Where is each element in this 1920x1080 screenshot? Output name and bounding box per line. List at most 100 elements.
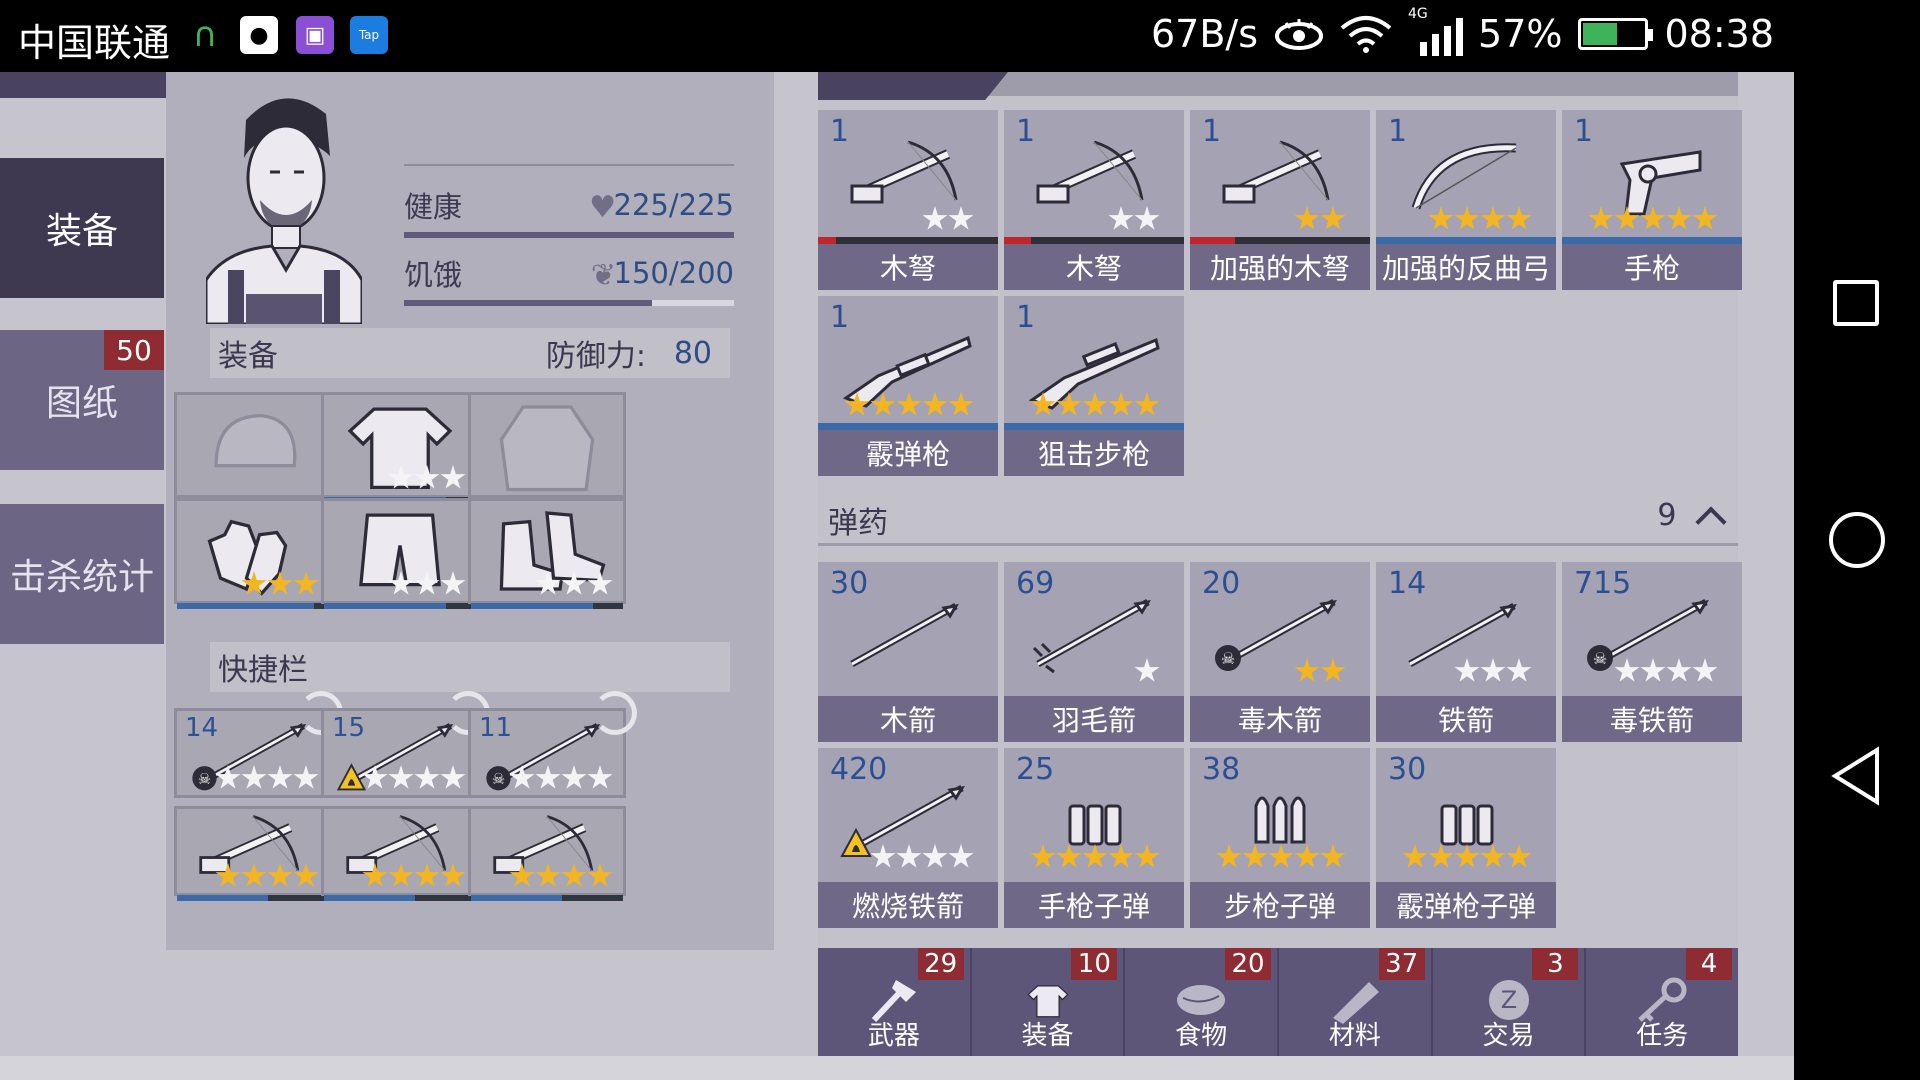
star-icon [215, 765, 241, 789]
hunger-label: 饥饿 [404, 258, 463, 292]
star-icon [948, 844, 974, 868]
ammo-item[interactable]: 420 燃烧铁箭 [818, 748, 998, 928]
item-name: 毒铁箭 [1562, 696, 1742, 742]
star-icon [1320, 206, 1346, 230]
ammo-label: 弹药 [828, 506, 888, 541]
star-icon [896, 844, 922, 868]
circle-icon [1829, 512, 1885, 568]
ammo-item[interactable]: 69 羽毛箭 [1004, 562, 1184, 742]
star-icon [1640, 658, 1666, 682]
weapon-item[interactable]: 1 木弩 [1004, 110, 1184, 290]
divider [404, 164, 734, 166]
chevron-up-icon[interactable] [1695, 506, 1727, 538]
item-name: 木箭 [818, 696, 998, 742]
star-icon [1506, 658, 1532, 682]
quick-slot[interactable] [174, 806, 332, 901]
category-key[interactable]: 4 任务 [1586, 948, 1738, 1056]
star-icon [870, 392, 896, 416]
home-button[interactable] [1825, 508, 1889, 572]
back-button[interactable] [1825, 744, 1889, 808]
star-icon [870, 844, 896, 868]
ammo-header[interactable]: 弹药 9 [818, 490, 1738, 546]
star-icon [1428, 206, 1454, 230]
star-icon [1294, 206, 1320, 230]
equipment-slot[interactable] [174, 498, 332, 609]
ammo-item[interactable]: 25 手枪子弹 [1004, 748, 1184, 928]
quick-slot[interactable]: ☠ 11 [468, 691, 637, 798]
star-icon [535, 863, 561, 887]
star-icon [1108, 392, 1134, 416]
category-coin[interactable]: 3 Z 交易 [1433, 948, 1587, 1056]
svg-text:☠: ☠ [1593, 649, 1607, 668]
equipment-slot[interactable] [321, 498, 479, 609]
star-icon [267, 863, 293, 887]
item-name: 木弩 [818, 244, 998, 290]
tab-kill-stats[interactable]: 击杀统计 [0, 504, 164, 644]
star-icon [1242, 844, 1268, 868]
category-badge: 3 [1532, 948, 1579, 980]
equipment-slot[interactable] [468, 392, 626, 498]
category-label: 任务 [1636, 1021, 1689, 1051]
star-icon [844, 392, 870, 416]
quick-slot[interactable] [321, 806, 479, 901]
tab-equipment[interactable]: 装备 [0, 158, 164, 298]
star-icon [561, 765, 587, 789]
side-tabs: 装备 50 图纸 击杀统计 [0, 72, 190, 1056]
item-name: 铁箭 [1376, 696, 1556, 742]
heart-icon: ♥ [589, 190, 616, 225]
star-icon [241, 863, 267, 887]
back-triangle-icon [1831, 746, 1879, 806]
star-icon [1082, 392, 1108, 416]
star-icon [267, 571, 293, 595]
weapon-item[interactable]: 1 加强的反曲弓 [1376, 110, 1556, 290]
star-icon [1640, 206, 1666, 230]
recents-button[interactable] [1825, 272, 1889, 336]
ammo-item[interactable]: 14 铁箭 [1376, 562, 1556, 742]
weapon-item[interactable]: 1 霰弹枪 [818, 296, 998, 476]
ammo-item[interactable]: 715 ☠ 毒铁箭 [1562, 562, 1742, 742]
weapon-item[interactable]: 1 手枪 [1562, 110, 1742, 290]
equipment-slot[interactable] [174, 392, 332, 498]
defense-value: 80 [673, 335, 712, 371]
star-icon [896, 392, 922, 416]
ammo-item[interactable]: 20 ☠ 毒木箭 [1190, 562, 1370, 742]
equipment-slot[interactable] [468, 498, 626, 609]
star-icon [293, 571, 319, 595]
item-name: 木弩 [1004, 244, 1184, 290]
ammo-item[interactable]: 30 霰弹枪子弹 [1376, 748, 1556, 928]
star-icon [922, 206, 948, 230]
durability-bar [324, 603, 476, 609]
category-axe[interactable]: 29 武器 [818, 948, 972, 1056]
health-label: 健康 [404, 190, 463, 224]
item-name: 羽毛箭 [1004, 696, 1184, 742]
star-icon [215, 863, 241, 887]
durability-bar [1562, 237, 1742, 244]
durability-bar [471, 603, 623, 609]
category-meat[interactable]: 20 食物 [1125, 948, 1280, 1056]
durability-bar [1004, 237, 1184, 244]
quick-slot[interactable]: 15 [321, 691, 490, 798]
star-icon [440, 863, 466, 887]
quick-slot[interactable] [468, 806, 626, 901]
category-label: 交易 [1482, 1021, 1535, 1051]
durability-bar [1004, 423, 1184, 430]
weapon-item[interactable]: 1 加强的木弩 [1190, 110, 1370, 290]
quick-slot[interactable]: ☠ 14 [174, 691, 343, 798]
swap-icon[interactable] [593, 691, 637, 735]
ammo-item[interactable]: 38 步枪子弹 [1190, 748, 1370, 928]
inventory-screen: 装备 50 图纸 击杀统计 健康 ♥ 225/225 饥饿 ❦ 150/200 … [0, 72, 1794, 1080]
svg-text:☠: ☠ [492, 770, 505, 788]
weapon-item[interactable]: 1 狙击步枪 [1004, 296, 1184, 476]
eye-icon [1275, 19, 1324, 50]
equipment-slot[interactable] [321, 392, 479, 503]
weapon-item[interactable]: 1 木弩 [818, 110, 998, 290]
tab-blueprints[interactable]: 50 图纸 [0, 330, 164, 470]
item-name: 加强的木弩 [1190, 244, 1370, 290]
category-badge: 37 [1378, 948, 1425, 980]
star-icon [1108, 844, 1134, 868]
svg-text:☠: ☠ [1221, 649, 1235, 668]
ammo-item[interactable]: 30 木箭 [818, 562, 998, 742]
category-tshirt[interactable]: 10 装备 [972, 948, 1126, 1056]
category-log[interactable]: 37 材料 [1279, 948, 1433, 1056]
character-portrait [206, 80, 362, 324]
